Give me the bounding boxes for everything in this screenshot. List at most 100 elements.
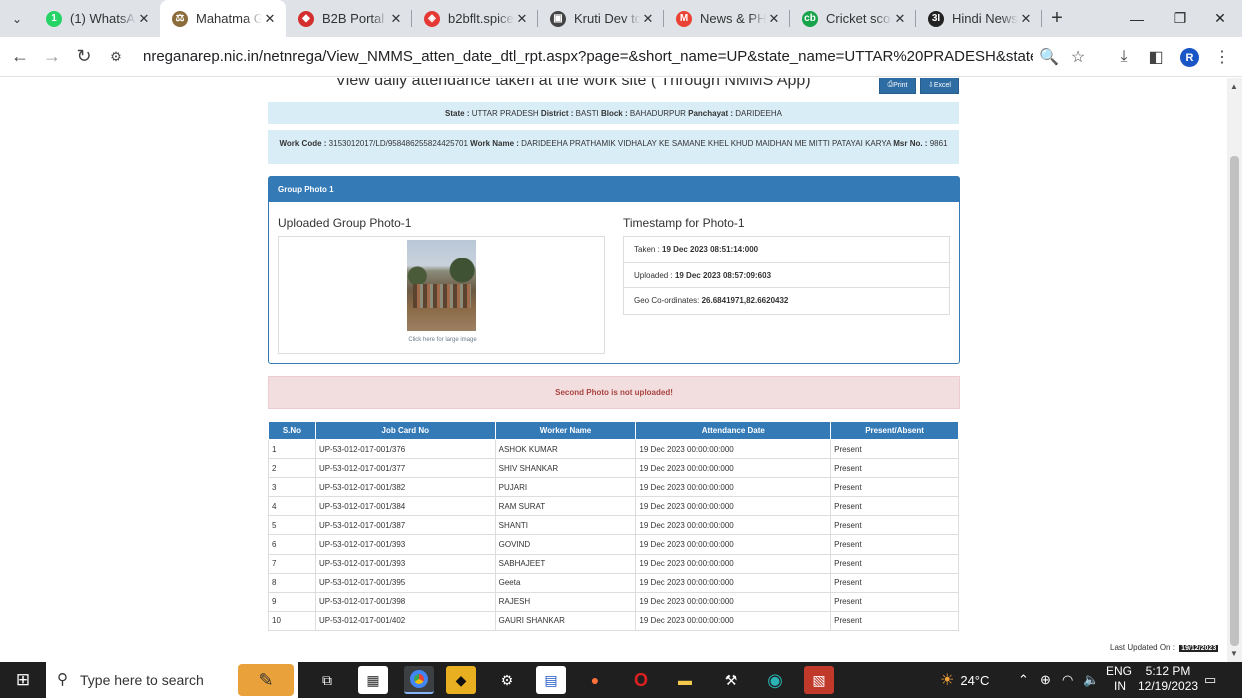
table-cell: 19 Dec 2023 00:00:00:000 (635, 553, 832, 574)
close-window-button[interactable]: ✕ (1198, 0, 1242, 37)
firefox-icon[interactable]: ● (580, 666, 610, 694)
table-row: 3 UP-53-012-017-001/382 PUJARI 19 Dec 2023 … (268, 477, 959, 498)
browser-tab[interactable]: 3I Hindi News ✕ (916, 0, 1042, 37)
clock[interactable]: 5:12 PM 12/19/2023 (1138, 664, 1198, 694)
large-image-link[interactable]: Click here for large image (279, 337, 606, 343)
wifi-icon[interactable]: ◠ (1062, 662, 1073, 698)
print-button[interactable]: ⎙ Print (879, 78, 916, 94)
second-photo-alert: Second Photo is not uploaded! (268, 376, 960, 409)
table-cell: RAM SURAT (494, 496, 637, 517)
browser-tab[interactable]: cb Cricket score✕ (790, 0, 916, 37)
tab-favicon-icon: ▣ (550, 10, 566, 27)
app-icon[interactable]: ◆ (446, 666, 476, 694)
panchayat-label: Panchayat : (688, 109, 734, 118)
tab-title: (1) WhatsApp (70, 11, 136, 26)
task-view-icon[interactable]: ⧉ (312, 666, 342, 694)
uploaded-label: Uploaded : (634, 270, 673, 280)
notification-icon[interactable]: ▭ (1204, 662, 1216, 698)
windows-start-icon[interactable]: ⊞ (0, 662, 46, 698)
state-label: State : (445, 109, 470, 118)
table-cell: 19 Dec 2023 00:00:00:000 (635, 458, 832, 479)
address-bar[interactable]: nreganarep.nic.in/netnrega/View_NMMS_att… (143, 48, 1033, 65)
table-cell: 19 Dec 2023 00:00:00:000 (635, 572, 832, 593)
table-row: 6 UP-53-012-017-001/393 GOVIND 19 Dec 2023 … (268, 534, 959, 555)
forward-button[interactable]: → (36, 41, 68, 73)
tab-title: Mahatma Gandhi (196, 11, 262, 26)
tab-close-icon[interactable]: ✕ (388, 11, 404, 27)
print-label: Print (893, 81, 908, 89)
new-tab-button[interactable]: + (1042, 7, 1072, 30)
file-explorer-icon[interactable]: ▬ (670, 666, 700, 694)
scroll-down-arrow-icon[interactable]: ▼ (1230, 649, 1238, 658)
menu-kebab-icon[interactable]: ⋮ (1206, 41, 1238, 73)
page-scrollbar[interactable]: ▲ ▼ (1227, 78, 1242, 662)
tab-close-icon[interactable]: ✕ (766, 11, 782, 27)
table-cell: 19 Dec 2023 00:00:00:000 (635, 610, 832, 631)
table-row: 10 UP-53-012-017-001/402 GAURI SHANKAR 19 D… (268, 610, 959, 631)
column-header: S.No (268, 421, 316, 440)
side-panel-icon[interactable]: ◧ (1140, 41, 1172, 73)
browser-tab[interactable]: M News & PHoto✕ (664, 0, 790, 37)
photo-people (413, 284, 471, 308)
minimize-button[interactable]: — (1115, 0, 1159, 37)
tab-close-icon[interactable]: ✕ (640, 11, 656, 27)
bookmark-star-icon[interactable]: ☆ (1062, 41, 1094, 73)
group-photo-thumbnail[interactable] (407, 240, 476, 331)
show-hidden-icons[interactable]: ⌃ (1018, 662, 1029, 698)
profile-avatar[interactable]: R (1180, 48, 1199, 67)
photo-app-icon[interactable]: ▧ (804, 666, 834, 694)
scroll-thumb[interactable] (1230, 156, 1239, 646)
tab-close-icon[interactable]: ✕ (136, 11, 152, 27)
page-title: View daily attendance taken at the work … (335, 78, 811, 89)
language: ENG (1106, 664, 1133, 678)
table-cell: 2 (268, 458, 316, 479)
browser-tab[interactable]: ◈ b2bflt.spicejet✕ (412, 0, 538, 37)
uploaded-row: Uploaded : 19 Dec 2023 08:57:09:603 (624, 263, 949, 288)
tab-close-icon[interactable]: ✕ (262, 11, 278, 27)
edge-icon[interactable]: ◉ (760, 666, 790, 694)
table-cell: Present (830, 438, 959, 460)
language-indicator[interactable]: ENG IN (1106, 664, 1132, 694)
browser-tab[interactable]: 1 (1) WhatsApp✕ (34, 0, 160, 37)
table-cell: UP-53-012-017-001/395 (314, 572, 496, 593)
table-row: 9 UP-53-012-017-001/398 RAJESH 19 Dec 2023 … (268, 591, 959, 612)
search-highlight-icon[interactable]: ✎ (238, 664, 294, 696)
table-cell: Geeta (494, 572, 637, 593)
zoom-search-icon[interactable]: 🔍 (1033, 41, 1065, 73)
excel-button[interactable]: ⇩ Excel (920, 78, 959, 94)
tools-app-icon[interactable]: ⚒ (716, 666, 746, 694)
chrome-icon[interactable] (404, 666, 434, 694)
reload-button[interactable]: ↻ (68, 41, 100, 73)
editor-app-icon[interactable]: ▤ (536, 666, 566, 694)
restore-button[interactable]: ❐ (1158, 0, 1202, 37)
table-row: 8 UP-53-012-017-001/395 Geeta 19 Dec 2023 0… (268, 572, 959, 593)
tab-title: Cricket score (826, 11, 892, 26)
scroll-up-arrow-icon[interactable]: ▲ (1230, 82, 1238, 91)
browser-tab[interactable]: ⚖ Mahatma Gandhi✕ (160, 0, 286, 37)
tab-favicon-icon: ⚖ (172, 10, 188, 27)
browser-tab[interactable]: ◆ B2B Portal For✕ (286, 0, 412, 37)
site-info-icon[interactable]: ⚙ (100, 41, 132, 73)
browser-tab[interactable]: ▣ Kruti Dev to ✕ (538, 0, 664, 37)
excel-label: Excel (933, 81, 951, 89)
table-row: 1 UP-53-012-017-001/376 ASHOK KUMAR 19 Dec … (268, 438, 959, 460)
onedrive-icon[interactable]: ⊕ (1040, 662, 1051, 698)
tab-search-chevron-icon[interactable]: ⌄ (0, 0, 34, 37)
office-icon[interactable]: O (626, 666, 656, 694)
settings-app-icon[interactable]: ⚙ (492, 666, 522, 694)
uploaded-photo-title: Uploaded Group Photo-1 (278, 216, 412, 230)
column-header: Attendance Date (635, 421, 832, 440)
tab-close-icon[interactable]: ✕ (1018, 11, 1034, 27)
store-icon[interactable]: ▦ (358, 666, 388, 694)
msr-label: Msr No. : (893, 139, 928, 148)
table-cell: 7 (268, 553, 316, 574)
table-cell: 19 Dec 2023 00:00:00:000 (635, 534, 832, 555)
download-icon[interactable]: ⤓ (1108, 41, 1140, 73)
tab-close-icon[interactable]: ✕ (892, 11, 908, 27)
weather-widget[interactable]: ☀ 24°C (940, 662, 989, 698)
table-cell: 10 (268, 610, 316, 631)
tab-close-icon[interactable]: ✕ (514, 11, 530, 27)
volume-icon[interactable]: 🔈 (1083, 662, 1099, 698)
uploaded-value: 19 Dec 2023 08:57:09:603 (674, 270, 772, 280)
back-button[interactable]: ← (4, 41, 36, 73)
